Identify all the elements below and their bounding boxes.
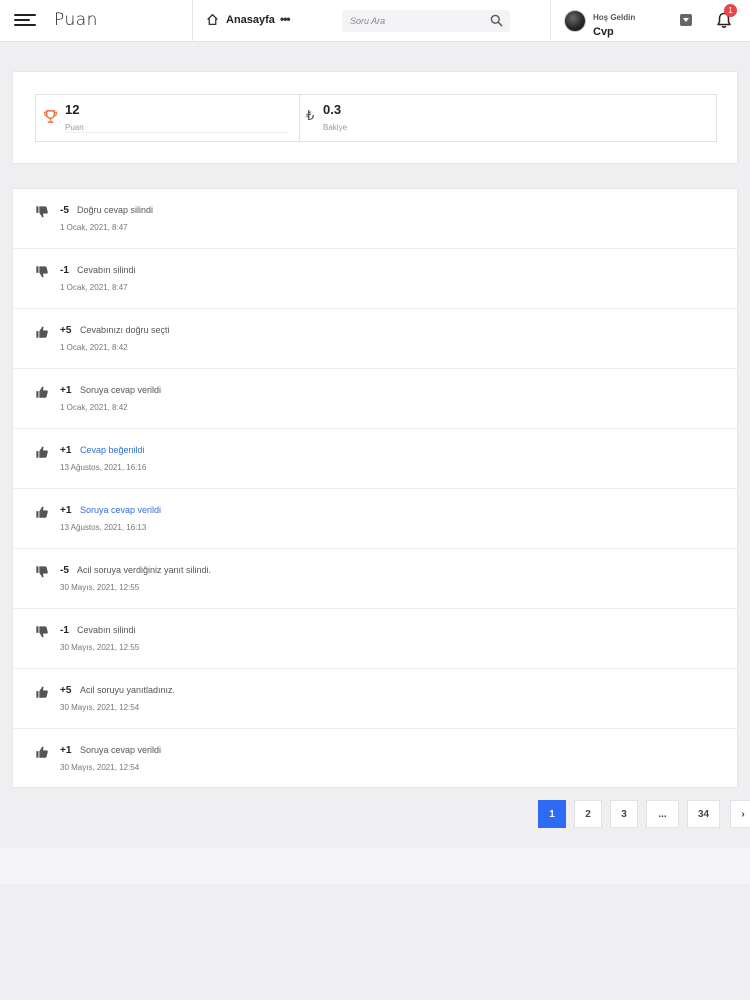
list-item: +1 Cevap beğenildi 13 Ağustos, 2021, 16:16 xyxy=(13,429,737,489)
header-divider xyxy=(550,0,551,42)
activity-description: Cevabınızı doğru seçti xyxy=(80,325,170,335)
page-button-34[interactable]: 34 xyxy=(687,800,720,828)
search-input[interactable] xyxy=(342,10,482,32)
footer-band xyxy=(0,848,750,884)
points-change: +1 xyxy=(60,385,72,396)
trophy-icon xyxy=(44,110,57,123)
thumbs-down-icon xyxy=(35,565,49,579)
list-item: +5 Acil soruyu yanıtladınız. 30 Mayıs, 202… xyxy=(13,669,737,729)
home-icon xyxy=(207,13,218,26)
activity-date: 1 Ocak, 2021, 8:47 xyxy=(60,223,128,232)
activity-date: 30 Mayıs, 2021, 12:54 xyxy=(60,703,140,712)
thumbs-up-icon xyxy=(35,745,49,759)
list-item: -5 Acil soruya verdiğiniz yanıt silindi. 3… xyxy=(13,549,737,609)
points-change: +1 xyxy=(60,445,72,456)
search-box xyxy=(342,10,510,32)
balance-value: 0.3 xyxy=(323,102,342,117)
balance-stat: ₺ 0.3 Bakiye xyxy=(299,94,717,142)
next-page-button[interactable]: › xyxy=(730,800,750,828)
activity-date: 1 Ocak, 2021, 8:42 xyxy=(60,403,128,412)
activity-description: Cevabın silindi xyxy=(77,625,136,635)
page-ellipsis[interactable]: ... xyxy=(646,800,679,828)
activity-date: 30 Mayıs, 2021, 12:54 xyxy=(60,763,140,772)
user-menu-dropdown-icon[interactable] xyxy=(680,14,692,26)
activity-date: 30 Mayıs, 2021, 12:55 xyxy=(60,643,140,652)
list-item: +5 Cevabınızı doğru seçti 1 Ocak, 2021, 8:… xyxy=(13,309,737,369)
welcome-text: Hoş Geldin xyxy=(593,13,636,22)
points-change: -5 xyxy=(60,565,69,576)
points-value: 12 xyxy=(65,102,80,117)
list-item: -1 Cevabın silindi 1 Ocak, 2021, 8:47 xyxy=(13,249,737,309)
thumbs-up-icon xyxy=(35,685,49,699)
points-change: +5 xyxy=(60,685,72,696)
page-button-1[interactable]: 1 xyxy=(538,800,566,828)
thumbs-up-icon xyxy=(35,325,49,339)
activity-description: Soruya cevap verildi xyxy=(80,745,162,755)
username: Cvp xyxy=(593,26,614,38)
points-change: -1 xyxy=(60,265,69,276)
notification-badge: 1 xyxy=(724,4,737,17)
points-label: Puan xyxy=(65,123,84,132)
balance-label: Bakiye xyxy=(323,123,348,132)
pagination: 1 2 3... 34 › xyxy=(538,800,750,828)
activity-description: Acil soruyu yanıtladınız. xyxy=(80,685,176,695)
stats-card: 12 Puan ₺ 0.3 Bakiye xyxy=(12,71,738,164)
list-item: +1 Soruya cevap verildi 30 Mayıs, 2021, 12… xyxy=(13,729,737,789)
points-stat: 12 Puan xyxy=(35,94,300,142)
points-change: +1 xyxy=(60,745,72,756)
list-item: +1 Soruya cevap verildi 13 Ağustos, 2021, … xyxy=(13,489,737,549)
header-divider xyxy=(192,0,193,42)
search-icon[interactable] xyxy=(490,14,503,27)
thumbs-up-icon xyxy=(35,385,49,399)
stat-divider xyxy=(65,132,289,133)
thumbs-down-icon xyxy=(35,265,49,279)
thumbs-down-icon xyxy=(35,625,49,639)
thumbs-up-icon xyxy=(35,445,49,459)
activity-description: Soruya cevap verildi xyxy=(80,385,162,395)
top-header: Puan Anasayfa ••• Hoş Geldin Cvp 1 xyxy=(0,0,750,42)
page-logo-title[interactable]: Puan xyxy=(54,10,98,30)
list-item: +1 Soruya cevap verildi 1 Ocak, 2021, 8:42 xyxy=(13,369,737,429)
list-item: -1 Cevabın silindi 30 Mayıs, 2021, 12:55 xyxy=(13,609,737,669)
activity-description: Doğru cevap silindi xyxy=(77,205,154,215)
points-change: -1 xyxy=(60,625,69,636)
home-link[interactable]: Anasayfa xyxy=(206,13,275,26)
thumbs-down-icon xyxy=(35,205,49,219)
activity-date: 1 Ocak, 2021, 8:47 xyxy=(60,283,128,292)
activity-description[interactable]: Cevap beğenildi xyxy=(80,445,145,455)
points-change: -5 xyxy=(60,205,69,216)
activity-description[interactable]: Soruya cevap verildi xyxy=(80,505,161,515)
activity-date: 1 Ocak, 2021, 8:42 xyxy=(60,343,128,352)
more-options-icon[interactable]: ••• xyxy=(280,12,291,26)
lira-icon: ₺ xyxy=(306,108,315,123)
activity-date: 13 Ağustos, 2021, 16:16 xyxy=(60,463,147,472)
home-label: Anasayfa xyxy=(226,13,275,26)
activity-list: -5 Doğru cevap silindi 1 Ocak, 2021, 8:47-… xyxy=(12,188,738,788)
activity-date: 30 Mayıs, 2021, 12:55 xyxy=(60,583,140,592)
list-item: -5 Doğru cevap silindi 1 Ocak, 2021, 8:47 xyxy=(13,189,737,249)
activity-description: Acil soruya verdiğiniz yanıt silindi. xyxy=(77,565,212,575)
user-avatar[interactable] xyxy=(564,10,586,32)
hamburger-menu-icon[interactable] xyxy=(14,11,36,31)
page-button-3[interactable]: 3 xyxy=(610,800,638,828)
thumbs-up-icon xyxy=(35,505,49,519)
page-button-2[interactable]: 2 xyxy=(574,800,602,828)
activity-date: 13 Ağustos, 2021, 16:13 xyxy=(60,523,147,532)
points-change: +1 xyxy=(60,505,72,516)
points-change: +5 xyxy=(60,325,72,336)
activity-description: Cevabın silindi xyxy=(77,265,136,275)
